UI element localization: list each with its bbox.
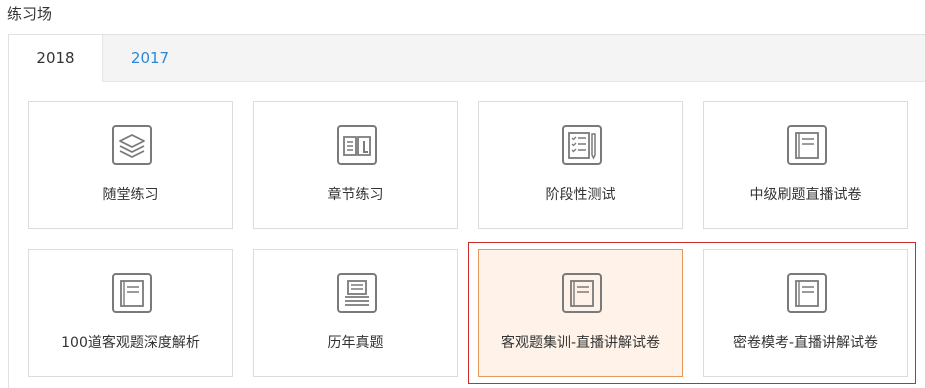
card-label: 密卷模考-直播讲解试卷 xyxy=(732,335,879,351)
card-label: 随堂练习 xyxy=(102,187,159,203)
card-stage-test[interactable]: 阶段性测试 xyxy=(478,101,683,229)
card-classroom-practice[interactable]: 随堂练习 xyxy=(28,101,233,229)
open-book-icon xyxy=(337,125,377,165)
notebook-icon xyxy=(787,125,827,165)
notebook-icon xyxy=(787,273,827,313)
card-100-objective-analysis[interactable]: 100道客观题深度解析 xyxy=(28,249,233,377)
card-label: 客观题集训-直播讲解试卷 xyxy=(500,335,661,351)
card-secret-mock-live-paper[interactable]: 密卷模考-直播讲解试卷 xyxy=(703,249,908,377)
card-label: 历年真题 xyxy=(327,335,384,351)
card-label: 章节练习 xyxy=(327,187,384,203)
card-label: 100道客观题深度解析 xyxy=(61,335,200,351)
layers-icon xyxy=(112,125,152,165)
card-intermediate-live-paper[interactable]: 中级刷题直播试卷 xyxy=(703,101,908,229)
page-title: 练习场 xyxy=(7,5,53,23)
notebook-icon xyxy=(562,273,602,313)
card-label: 中级刷题直播试卷 xyxy=(749,187,862,203)
card-chapter-practice[interactable]: 章节练习 xyxy=(253,101,458,229)
year-tab-bar: 2018 2017 xyxy=(9,35,925,82)
tab-2018[interactable]: 2018 xyxy=(9,35,103,82)
tab-2017[interactable]: 2017 xyxy=(103,35,197,82)
document-stack-icon xyxy=(337,273,377,313)
notebook-icon xyxy=(112,273,152,313)
card-past-exams[interactable]: 历年真题 xyxy=(253,249,458,377)
card-label: 阶段性测试 xyxy=(545,187,616,203)
checklist-icon xyxy=(562,125,602,165)
card-objective-training-live-paper[interactable]: 客观题集训-直播讲解试卷 xyxy=(478,249,683,377)
